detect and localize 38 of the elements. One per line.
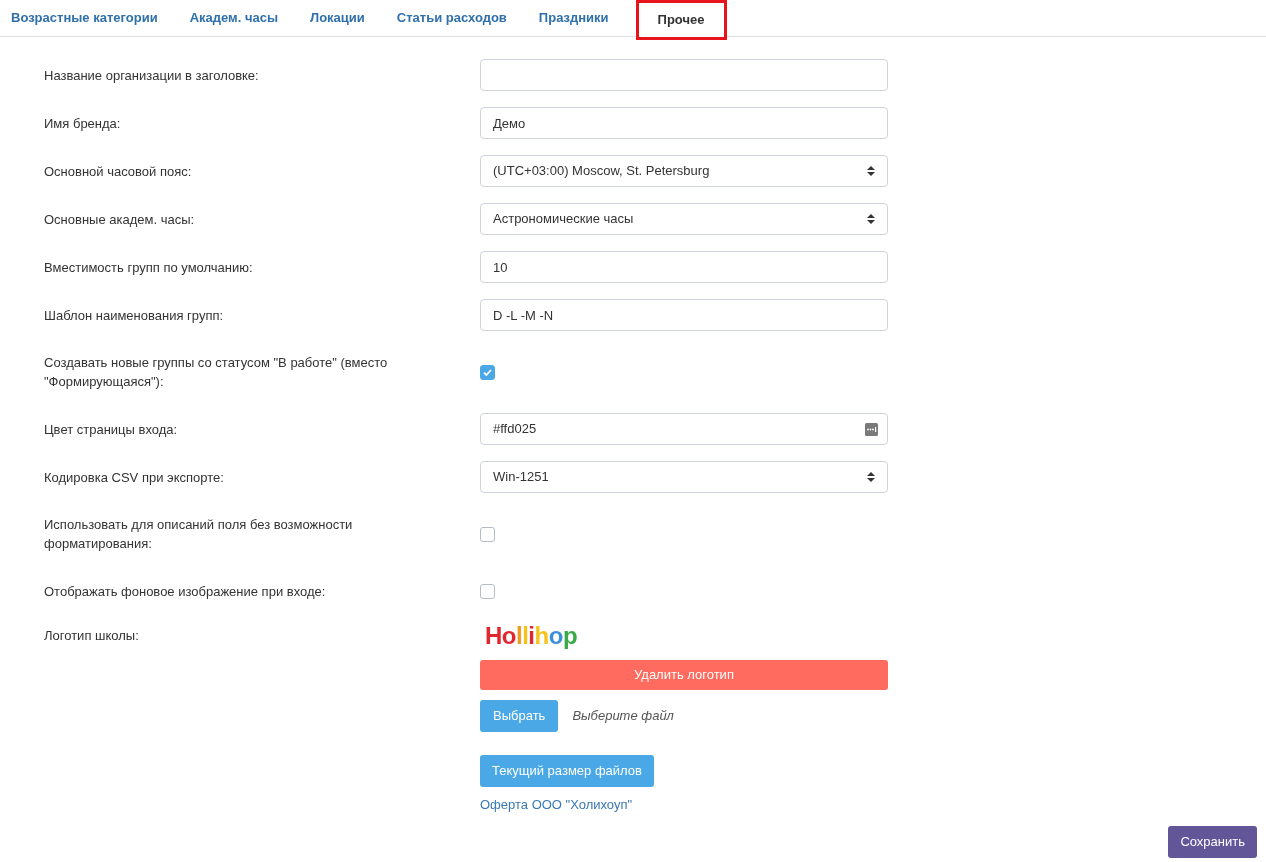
field-label: Основные академ. часы: bbox=[44, 210, 196, 229]
updown-caret-icon bbox=[867, 472, 875, 482]
input-field[interactable]: Демо bbox=[480, 107, 888, 139]
dropdown[interactable]: (UTC+03:00) Moscow, St. Petersburg bbox=[480, 155, 888, 187]
tab[interactable]: Статьи расходов bbox=[385, 0, 518, 36]
checkbox[interactable] bbox=[480, 583, 495, 599]
input-field[interactable]: 10 bbox=[480, 251, 888, 283]
field-label: Цвет страницы входа: bbox=[44, 420, 179, 439]
offer-link[interactable]: Оферта ООО "Холихоуп" bbox=[480, 796, 633, 813]
tab[interactable]: Прочее bbox=[635, 0, 727, 40]
updown-caret-icon bbox=[867, 166, 875, 176]
ellipsis-tile-icon[interactable] bbox=[865, 422, 878, 436]
field-label: Шаблон наименования групп: bbox=[44, 306, 225, 325]
field-label: Название организации в заголовке: bbox=[44, 66, 260, 85]
checkbox[interactable] bbox=[480, 364, 495, 380]
field-label: Логотип школы: bbox=[44, 627, 140, 645]
checkbox[interactable] bbox=[480, 526, 495, 542]
dropdown[interactable]: Астрономические часы bbox=[480, 203, 888, 235]
tab[interactable]: Праздники bbox=[527, 0, 620, 36]
checkmark-icon bbox=[483, 368, 492, 376]
field-label: Вместимость групп по умолчанию: bbox=[44, 258, 254, 277]
tab[interactable]: Локации bbox=[299, 0, 376, 36]
field-label: Создавать новые группы со статусом "В работе" (вместо "Формирующаяся"): bbox=[44, 354, 389, 391]
field-label: Использовать для описаний поля без возможности форматирования: bbox=[44, 516, 354, 553]
updown-caret-icon bbox=[867, 214, 875, 224]
input-field[interactable] bbox=[480, 59, 888, 91]
tab[interactable]: Возрастные категории bbox=[0, 0, 169, 36]
field-label: Основной часовой пояс: bbox=[44, 162, 193, 181]
field-label: Отображать фоновое изображение при входе: bbox=[44, 582, 327, 601]
file-status-text: Выберите файл bbox=[572, 707, 674, 726]
dropdown[interactable]: Win-1251 bbox=[480, 461, 888, 493]
color-field[interactable]: #ffd025 bbox=[480, 413, 888, 445]
tab[interactable]: Академ. часы bbox=[178, 0, 289, 36]
logo: Hollihop bbox=[484, 623, 578, 649]
field-label: Имя бренда: bbox=[44, 114, 122, 133]
input-field[interactable]: D -L -M -N bbox=[480, 299, 888, 331]
field-label: Кодировка CSV при экспорте: bbox=[44, 468, 225, 487]
save-button[interactable]: Сохранить bbox=[1168, 826, 1257, 858]
